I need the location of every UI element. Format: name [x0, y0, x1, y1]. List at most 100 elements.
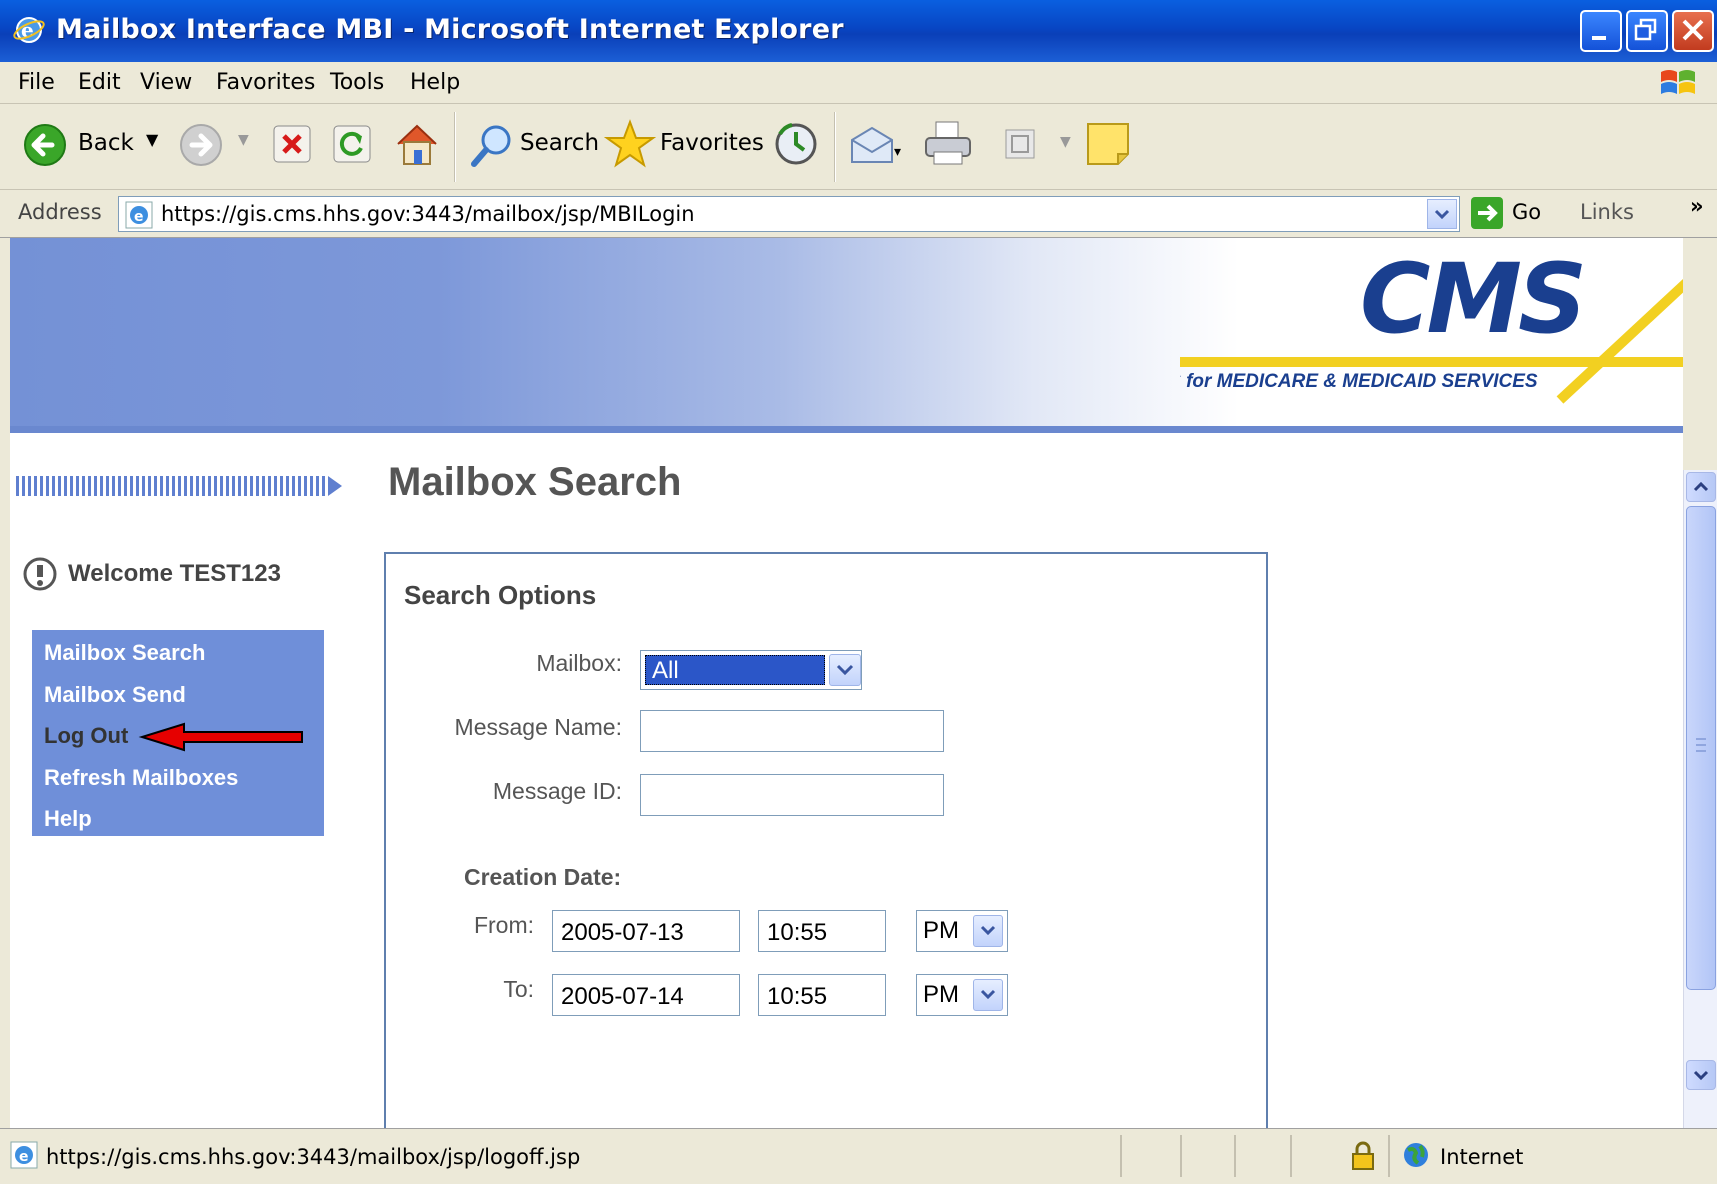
window-title: Mailbox Interface MBI - Microsoft Intern…	[56, 14, 844, 45]
decorative-stripes-arrow	[16, 476, 342, 496]
forward-arrow-icon	[180, 124, 222, 166]
close-icon	[1682, 19, 1704, 41]
sticky-note-icon	[1087, 123, 1129, 165]
mailbox-dropdown-button[interactable]	[829, 654, 861, 686]
creation-date-label: Creation Date:	[464, 864, 622, 890]
home-icon	[397, 124, 437, 165]
grip-icon	[1696, 738, 1706, 752]
cms-logo: CMS CENTERS for MEDICARE & MEDICAID SERV…	[1180, 250, 1683, 404]
chevron-down-icon	[980, 989, 996, 1000]
scroll-thumb[interactable]	[1686, 506, 1716, 990]
favorites-button[interactable]	[603, 118, 657, 176]
search-options-heading: Search Options	[404, 580, 597, 610]
go-label[interactable]: Go	[1512, 200, 1541, 224]
menu-edit[interactable]: Edit	[78, 70, 121, 95]
menu-favorites[interactable]: Favorites	[216, 70, 315, 95]
stop-button[interactable]	[272, 124, 312, 170]
address-input[interactable]: e https://gis.cms.hhs.gov:3443/mailbox/j…	[118, 196, 1460, 232]
status-zone: Internet	[1440, 1145, 1524, 1169]
minimize-button[interactable]	[1580, 10, 1622, 52]
mail-icon: ▾	[851, 126, 901, 163]
edit-dropdown-icon[interactable]: ▼	[1060, 134, 1071, 150]
menu-view[interactable]: View	[140, 70, 192, 95]
mail-button[interactable]: ▾	[848, 122, 904, 174]
print-button[interactable]	[922, 118, 974, 174]
menu-file[interactable]: File	[18, 70, 55, 95]
forward-button[interactable]	[178, 122, 224, 174]
from-date-input[interactable]: 2005-07-13	[552, 910, 740, 952]
favorites-star-icon	[603, 119, 657, 168]
links-label[interactable]: Links	[1580, 200, 1634, 224]
back-dropdown-icon[interactable]: ▼	[146, 130, 158, 149]
windows-logo-icon	[1661, 70, 1695, 94]
menu-bar: File Edit View Favorites Tools Help	[0, 62, 1717, 104]
vertical-scrollbar[interactable]	[1683, 470, 1717, 1128]
status-url: https://gis.cms.hhs.gov:3443/mailbox/jsp…	[46, 1145, 581, 1169]
menu-tools[interactable]: Tools	[330, 70, 384, 95]
to-label: To:	[503, 976, 534, 1002]
from-time-input[interactable]: 10:55	[758, 910, 886, 952]
notes-button[interactable]	[1084, 120, 1132, 174]
search-options-panel: Search Options Mailbox: All Message Name…	[384, 552, 1268, 1128]
message-id-input[interactable]	[640, 774, 944, 816]
search-label[interactable]: Search	[520, 130, 599, 156]
ie-logo-icon: e	[13, 17, 45, 43]
mailbox-label: Mailbox:	[536, 650, 622, 676]
to-ampm-dropdown-button[interactable]	[973, 979, 1003, 1011]
red-arrow-annotation	[138, 722, 303, 752]
info-icon	[23, 557, 57, 591]
back-arrow-icon	[24, 124, 66, 166]
svg-text:e: e	[19, 1149, 29, 1165]
nav-refresh-mailboxes[interactable]: Refresh Mailboxes	[44, 765, 238, 791]
to-date-input[interactable]: 2005-07-14	[552, 974, 740, 1016]
scroll-up-button[interactable]	[1686, 472, 1716, 502]
nav-mailbox-search[interactable]: Mailbox Search	[44, 640, 205, 666]
go-button[interactable]	[1470, 196, 1504, 235]
back-label[interactable]: Back	[78, 130, 134, 156]
from-ampm-select[interactable]: PM	[916, 910, 1008, 952]
close-button[interactable]	[1672, 10, 1714, 52]
from-ampm-value: PM	[923, 917, 959, 944]
mailbox-selected-value: All	[645, 655, 825, 685]
message-name-input[interactable]	[640, 710, 944, 752]
home-button[interactable]	[392, 120, 442, 174]
chevron-down-icon	[1434, 209, 1450, 220]
search-icon	[471, 125, 511, 167]
address-label: Address	[18, 200, 102, 224]
scroll-down-button[interactable]	[1686, 1060, 1716, 1090]
message-name-label: Message Name:	[454, 714, 622, 740]
edit-page-icon	[1005, 129, 1035, 159]
address-bar: Address e https://gis.cms.hhs.gov:3443/m…	[0, 190, 1717, 238]
favorites-label[interactable]: Favorites	[660, 130, 764, 156]
svg-text:e: e	[134, 209, 144, 225]
printer-icon	[925, 121, 971, 165]
mailbox-select[interactable]: All	[640, 650, 862, 690]
nav-mailbox-send[interactable]: Mailbox Send	[44, 682, 186, 708]
title-bar[interactable]: e Mailbox Interface MBI - Microsoft Inte…	[0, 0, 1717, 62]
nav-help[interactable]: Help	[44, 806, 92, 832]
refresh-icon	[333, 125, 371, 163]
go-arrow-icon	[1471, 197, 1503, 229]
back-button[interactable]	[22, 122, 68, 174]
history-button[interactable]	[772, 120, 820, 174]
toolbar: Back ▼ ▼ Search Favorites ▾ ▼	[0, 104, 1717, 190]
address-dropdown-button[interactable]	[1427, 199, 1457, 229]
cms-tagline: CENTERS for MEDICARE & MEDICAID SERVICES	[1180, 371, 1538, 392]
to-ampm-select[interactable]: PM	[916, 974, 1008, 1016]
menu-help[interactable]: Help	[410, 70, 460, 95]
address-url: https://gis.cms.hhs.gov:3443/mailbox/jsp…	[161, 202, 695, 226]
lock-icon	[1352, 1141, 1374, 1170]
forward-dropdown-icon[interactable]: ▼	[238, 132, 249, 148]
from-label: From:	[473, 912, 534, 938]
from-ampm-dropdown-button[interactable]	[973, 915, 1003, 947]
refresh-button[interactable]	[332, 124, 372, 170]
to-ampm-value: PM	[923, 981, 959, 1008]
internet-globe-icon	[1404, 1143, 1428, 1167]
edit-button[interactable]	[1002, 126, 1038, 168]
svg-text:▾: ▾	[894, 144, 901, 160]
links-chevron-icon[interactable]: »	[1690, 194, 1704, 218]
restore-button[interactable]	[1626, 10, 1668, 52]
search-button[interactable]	[470, 122, 516, 174]
nav-log-out[interactable]: Log Out	[44, 723, 128, 749]
to-time-input[interactable]: 10:55	[758, 974, 886, 1016]
